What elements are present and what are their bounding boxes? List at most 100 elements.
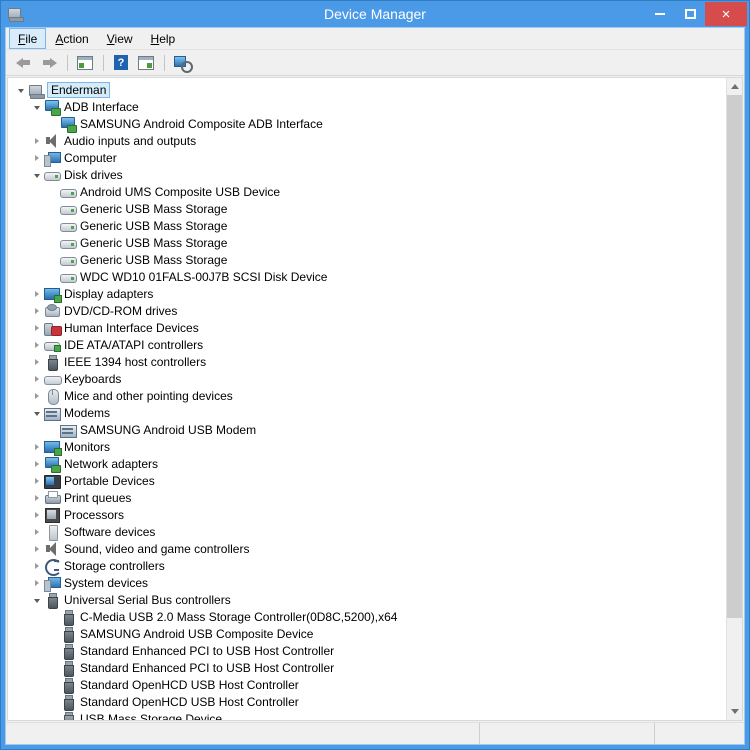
tree-node[interactable]: Network adapters [8, 455, 726, 473]
device-manager-window: Device Manager × File Action View Help ?… [0, 0, 750, 750]
expand-arrow-right-icon[interactable] [30, 574, 44, 591]
tree-node[interactable]: SAMSUNG Android Composite ADB Interface [8, 115, 726, 133]
expand-arrow-right-icon[interactable] [30, 455, 44, 472]
expand-arrow-down-icon[interactable] [30, 166, 44, 183]
expand-arrow-down-icon[interactable] [30, 591, 44, 608]
menu-item-action[interactable]: Action [46, 28, 97, 49]
tree-node[interactable]: Computer [8, 149, 726, 167]
tree-node-label: Computer [64, 150, 117, 165]
expand-arrow-right-icon[interactable] [30, 285, 44, 302]
tree-node[interactable]: Human Interface Devices [8, 319, 726, 336]
expand-arrow-right-icon[interactable] [30, 370, 44, 387]
close-button[interactable]: × [705, 2, 747, 26]
console-tree-icon [138, 55, 154, 70]
triangle-down-icon [34, 598, 40, 603]
tree-node[interactable]: Generic USB Mass Storage [8, 251, 726, 268]
tree-node[interactable]: Portable Devices [8, 472, 726, 489]
tree-node[interactable]: Processors [8, 506, 726, 523]
tree-node[interactable]: Standard OpenHCD USB Host Controller [8, 693, 726, 711]
tree-node[interactable]: Android UMS Composite USB Device [8, 183, 726, 200]
tree-node[interactable]: IEEE 1394 host controllers [8, 353, 726, 371]
tree-node[interactable]: Storage controllers [8, 557, 726, 576]
tree-node[interactable]: Enderman [8, 81, 726, 99]
scrollbar-thumb[interactable] [727, 95, 742, 618]
tree-node-label: C-Media USB 2.0 Mass Storage Controller(… [80, 609, 398, 624]
expand-arrow-down-icon[interactable] [30, 404, 44, 421]
system-device-icon [44, 575, 61, 592]
tree-node[interactable]: Disk drives [8, 166, 726, 183]
tree-node[interactable]: Standard Enhanced PCI to USB Host Contro… [8, 642, 726, 660]
properties-button[interactable] [73, 52, 97, 74]
tree-node-label: Print queues [64, 490, 132, 505]
expand-arrow-right-icon[interactable] [30, 557, 44, 574]
help-button[interactable]: ? [109, 52, 133, 74]
expand-arrow-right-icon[interactable] [30, 489, 44, 506]
menu-item-view[interactable]: View [98, 28, 142, 49]
forward-button[interactable] [37, 52, 61, 74]
scroll-up-button[interactable] [727, 78, 742, 95]
tree-node[interactable]: Audio inputs and outputs [8, 132, 726, 149]
status-pane-1 [479, 723, 654, 744]
tree-node[interactable]: C-Media USB 2.0 Mass Storage Controller(… [8, 608, 726, 626]
maximize-button[interactable] [675, 3, 705, 25]
tree-node[interactable]: Standard Enhanced PCI to USB Host Contro… [8, 659, 726, 677]
tree-node[interactable]: Generic USB Mass Storage [8, 200, 726, 217]
tree-node[interactable]: Display adapters [8, 285, 726, 303]
menu-item-file[interactable]: File [9, 28, 47, 49]
tree-node-label: Enderman [47, 81, 111, 98]
menu-item-help[interactable]: Help [142, 28, 185, 49]
tree-node[interactable]: DVD/CD-ROM drives [8, 302, 726, 319]
tree-node[interactable]: Keyboards [8, 370, 726, 387]
expand-arrow-down-icon[interactable] [14, 81, 28, 98]
tree-node[interactable]: Generic USB Mass Storage [8, 234, 726, 251]
disk-drive-icon [60, 218, 77, 234]
expand-arrow-right-icon[interactable] [30, 132, 44, 149]
tree-node[interactable]: System devices [8, 574, 726, 592]
tree-node[interactable]: Generic USB Mass Storage [8, 217, 726, 234]
expand-arrow-down-icon[interactable] [30, 98, 44, 115]
tree-node[interactable]: Standard OpenHCD USB Host Controller [8, 676, 726, 694]
back-button[interactable] [12, 52, 36, 74]
tree-node[interactable]: USB Mass Storage Device [8, 710, 726, 720]
expand-arrow-right-icon[interactable] [30, 319, 44, 336]
tree-node[interactable]: Mice and other pointing devices [8, 387, 726, 405]
expand-arrow-right-icon[interactable] [30, 387, 44, 404]
tree-node[interactable]: Sound, video and game controllers [8, 540, 726, 557]
tree-node[interactable]: Software devices [8, 523, 726, 541]
tree-node[interactable]: Modems [8, 404, 726, 421]
show-hide-console-tree-button[interactable] [134, 52, 158, 74]
vertical-scrollbar[interactable] [726, 78, 742, 720]
expand-arrow-right-icon[interactable] [30, 506, 44, 523]
toolbar-separator [67, 54, 68, 71]
tree-node[interactable]: Universal Serial Bus controllers [8, 591, 726, 609]
scroll-down-button[interactable] [727, 703, 742, 720]
expand-arrow-right-icon[interactable] [30, 302, 44, 319]
tree-node[interactable]: SAMSUNG Android USB Modem [8, 421, 726, 438]
tree-node-label: DVD/CD-ROM drives [64, 303, 178, 318]
tree-node[interactable]: Print queues [8, 489, 726, 506]
tree-node-label: Monitors [64, 439, 111, 454]
tree-node[interactable]: Monitors [8, 438, 726, 456]
triangle-right-icon [35, 375, 39, 382]
tree-node-label: IDE ATA/ATAPI controllers [64, 337, 204, 352]
tree-node[interactable]: ADB Interface [8, 98, 726, 116]
tree-node[interactable]: IDE ATA/ATAPI controllers [8, 336, 726, 353]
expand-arrow-right-icon[interactable] [30, 523, 44, 540]
scan-for-hardware-changes-button[interactable] [170, 52, 194, 74]
expand-arrow-right-icon[interactable] [30, 540, 44, 557]
expand-arrow-right-icon[interactable] [30, 353, 44, 370]
minimize-button[interactable] [645, 3, 675, 25]
expand-arrow-right-icon[interactable] [30, 149, 44, 166]
expand-arrow-right-icon[interactable] [30, 336, 44, 353]
device-tree[interactable]: Enderman ADB Interface SAMSUNG Android Com… [8, 78, 726, 720]
tree-node[interactable]: WDC WD10 01FALS-00J7B SCSI Disk Device [8, 268, 726, 285]
tree-node-label: Sound, video and game controllers [64, 541, 250, 556]
triangle-right-icon [35, 392, 39, 399]
expand-arrow-right-icon[interactable] [30, 438, 44, 455]
triangle-right-icon [35, 443, 39, 450]
tree-node[interactable]: SAMSUNG Android USB Composite Device [8, 625, 726, 643]
menu-item-label: File [18, 31, 38, 46]
expand-arrow-right-icon[interactable] [30, 472, 44, 489]
scrollbar-track[interactable] [727, 95, 742, 703]
